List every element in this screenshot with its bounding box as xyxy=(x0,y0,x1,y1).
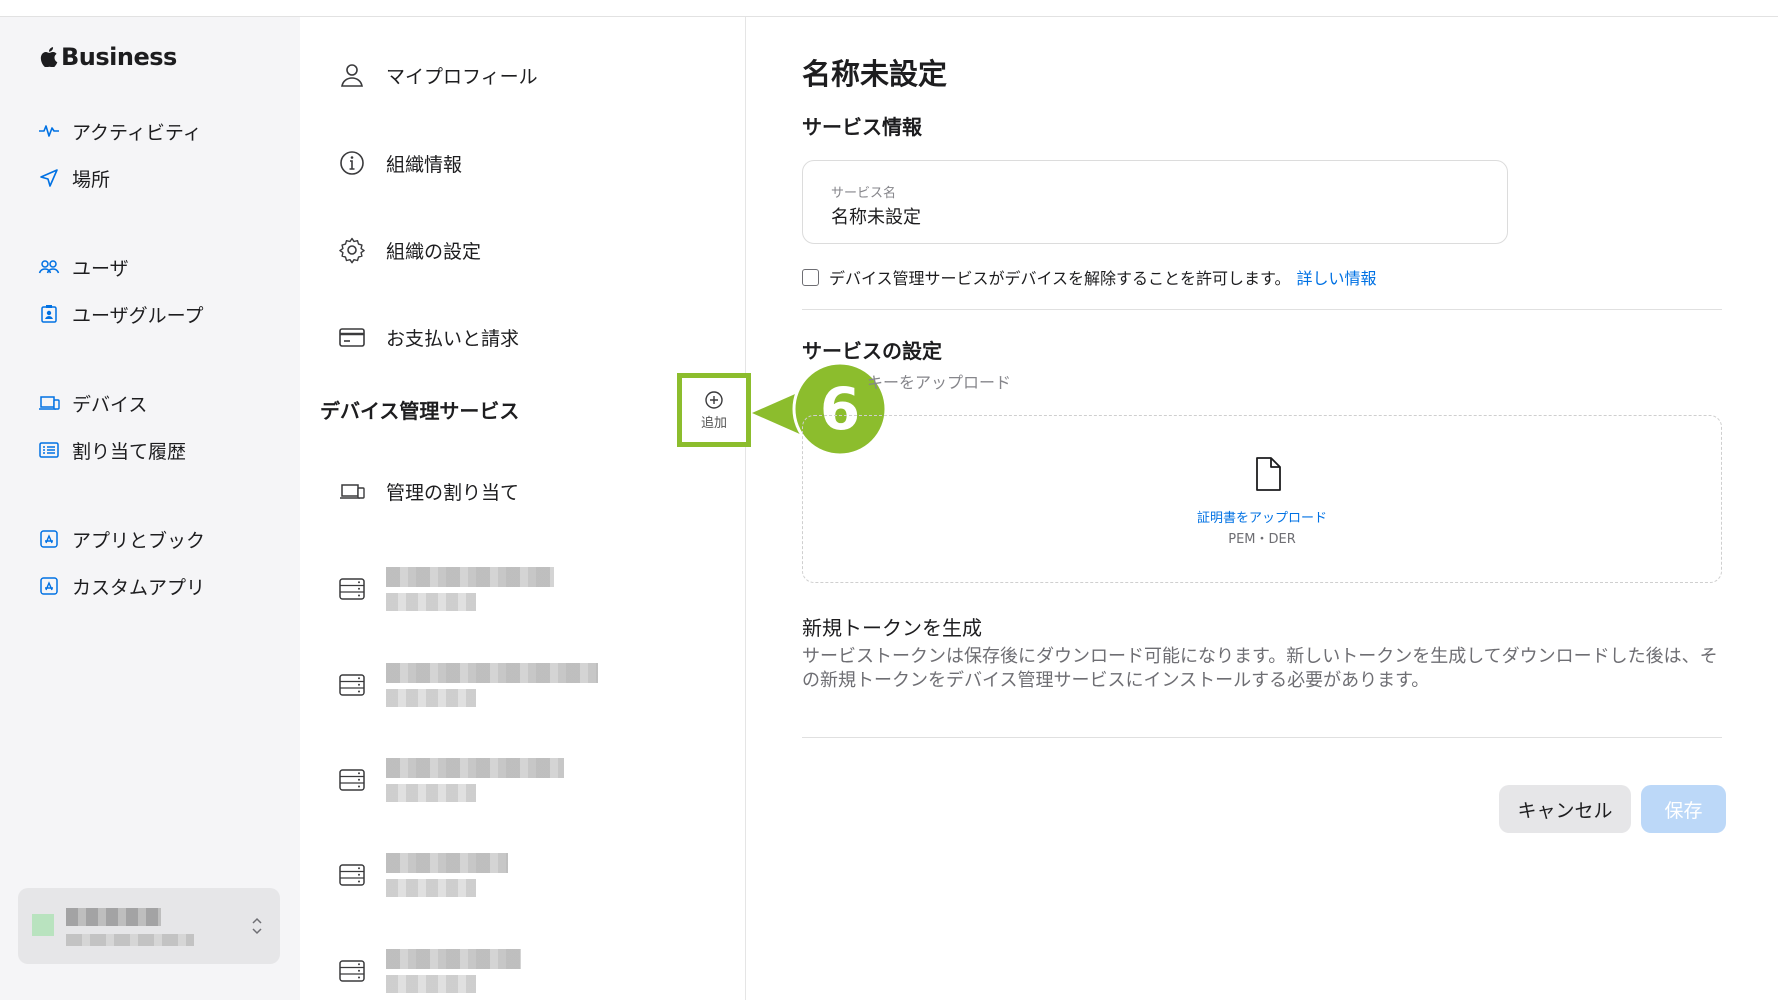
save-button[interactable]: 保存 xyxy=(1641,785,1726,833)
sidebar-item-assignment-history[interactable]: 割り当て履歴 xyxy=(38,434,186,466)
location-arrow-icon xyxy=(40,169,58,187)
credit-card-icon xyxy=(339,328,365,347)
users-icon xyxy=(38,260,60,274)
user-group-icon xyxy=(41,305,57,323)
service-info-heading: サービス情報 xyxy=(802,115,922,139)
devices-icon xyxy=(39,396,60,410)
chevron-up-down-icon xyxy=(252,917,262,935)
server-list-item[interactable] xyxy=(338,659,658,715)
info-icon xyxy=(340,151,364,175)
service-name-label: サービス名 xyxy=(831,186,897,201)
menu-item-label: お支払いと請求 xyxy=(386,327,520,350)
account-detail-redacted xyxy=(66,934,194,946)
brand-logo[interactable]: Business xyxy=(40,43,177,71)
sidebar-item-label: 場所 xyxy=(72,168,111,191)
sidebar: Business アクティビティ 場所 ユーザ ユーザグループ デバイス 割り当… xyxy=(0,17,300,1000)
custom-apps-icon xyxy=(40,577,58,595)
sidebar-item-label: デバイス xyxy=(72,393,148,416)
server-icon xyxy=(339,960,365,982)
server-name-redacted xyxy=(386,758,564,778)
release-devices-checkbox[interactable] xyxy=(802,268,819,286)
server-list-item[interactable] xyxy=(338,754,658,810)
sidebar-item-label: 割り当て履歴 xyxy=(72,440,187,463)
service-settings-heading: サービスの設定 xyxy=(802,339,942,363)
server-name-redacted xyxy=(386,949,521,969)
upload-key-hint: キーをアップロード xyxy=(867,373,1012,392)
menu-item-management-assignment[interactable]: 管理の割り当て xyxy=(338,473,519,509)
service-name-input[interactable]: 名称未設定 xyxy=(831,203,921,229)
page-title: 名称未設定 xyxy=(802,57,948,91)
apps-icon xyxy=(40,530,58,548)
menu-item-label: マイプロフィール xyxy=(386,65,538,88)
sidebar-item-devices[interactable]: デバイス xyxy=(38,387,147,419)
add-device-management-service-button[interactable]: 追加 xyxy=(677,373,751,447)
upload-certificate-link[interactable]: 証明書をアップロード xyxy=(803,507,1721,526)
device-management-heading: デバイス管理サービス xyxy=(320,399,520,423)
menu-item-org-info[interactable]: 組織情報 xyxy=(338,145,462,181)
add-label: 追加 xyxy=(700,415,727,431)
server-icon xyxy=(339,769,365,791)
settings-menu: マイプロフィール 組織情報 組織の設定 お支払いと請求 デバイス管理サービス 管… xyxy=(300,17,746,1000)
gear-icon xyxy=(339,237,365,264)
server-detail-redacted xyxy=(386,975,476,993)
release-devices-option: デバイス管理サービスがデバイスを解除することを許可します。 詳しい情報 xyxy=(802,265,1376,289)
sidebar-item-apps-and-books[interactable]: アプリとブック xyxy=(38,523,205,555)
document-icon xyxy=(1256,457,1281,491)
server-list-item[interactable] xyxy=(338,563,658,619)
apple-logo-icon xyxy=(40,47,58,67)
account-avatar xyxy=(32,914,54,936)
cancel-button[interactable]: キャンセル xyxy=(1499,785,1631,833)
service-name-field[interactable]: サービス名 名称未設定 xyxy=(802,160,1508,244)
brand-name: Business xyxy=(61,43,177,71)
menu-item-my-profile[interactable]: マイプロフィール xyxy=(338,57,538,93)
token-heading: 新規トークンを生成 xyxy=(802,616,982,640)
sidebar-item-label: アプリとブック xyxy=(72,529,206,552)
sidebar-item-custom-apps[interactable]: カスタムアプリ xyxy=(38,570,205,602)
menu-item-label: 組織情報 xyxy=(386,153,463,176)
release-devices-label: デバイス管理サービスがデバイスを解除することを許可します。 xyxy=(829,269,1291,288)
server-name-redacted xyxy=(386,567,554,587)
person-icon xyxy=(341,64,363,87)
token-description: サービストークンは保存後にダウンロード可能になります。新しいトークンを生成してダ… xyxy=(802,646,1718,691)
menu-item-billing[interactable]: お支払いと請求 xyxy=(338,319,519,355)
menu-item-label: 組織の設定 xyxy=(386,240,482,263)
sidebar-item-label: カスタムアプリ xyxy=(72,576,206,599)
assignment-history-icon xyxy=(39,442,59,458)
divider xyxy=(802,737,1722,738)
server-icon xyxy=(339,864,365,886)
account-name-redacted xyxy=(66,908,161,926)
server-detail-redacted xyxy=(386,689,476,707)
account-switcher[interactable] xyxy=(18,888,280,964)
activity-icon xyxy=(39,125,59,137)
server-detail-redacted xyxy=(386,784,476,802)
sidebar-item-label: ユーザ xyxy=(72,257,129,280)
divider xyxy=(802,309,1722,310)
certificate-upload-dropzone[interactable]: 証明書をアップロード PEM・DER xyxy=(802,415,1722,583)
server-icon xyxy=(339,674,365,696)
sidebar-item-user-groups[interactable]: ユーザグループ xyxy=(38,298,203,330)
server-name-redacted xyxy=(386,663,598,683)
upload-formats: PEM・DER xyxy=(1228,532,1296,547)
sidebar-item-location[interactable]: 場所 xyxy=(38,162,110,194)
plus-circle-icon xyxy=(705,390,723,409)
learn-more-link[interactable]: 詳しい情報 xyxy=(1296,265,1376,289)
server-list-item[interactable] xyxy=(338,849,658,905)
menu-item-label: 管理の割り当て xyxy=(386,481,520,504)
top-border xyxy=(0,0,1778,17)
sidebar-item-label: アクティビティ xyxy=(72,121,202,144)
server-detail-redacted xyxy=(386,879,476,897)
server-icon xyxy=(339,578,365,600)
service-detail-panel: 名称未設定 サービス情報 サービス名 名称未設定 デバイス管理サービスがデバイス… xyxy=(747,17,1778,1000)
sidebar-item-label: ユーザグループ xyxy=(72,304,204,327)
server-detail-redacted xyxy=(386,593,476,611)
sidebar-item-users[interactable]: ユーザ xyxy=(38,251,129,283)
menu-item-org-settings[interactable]: 組織の設定 xyxy=(338,232,481,268)
server-list-item[interactable] xyxy=(338,945,658,1001)
server-name-redacted xyxy=(386,853,508,873)
sidebar-item-activity[interactable]: アクティビティ xyxy=(38,115,202,147)
devices-icon xyxy=(340,484,365,499)
